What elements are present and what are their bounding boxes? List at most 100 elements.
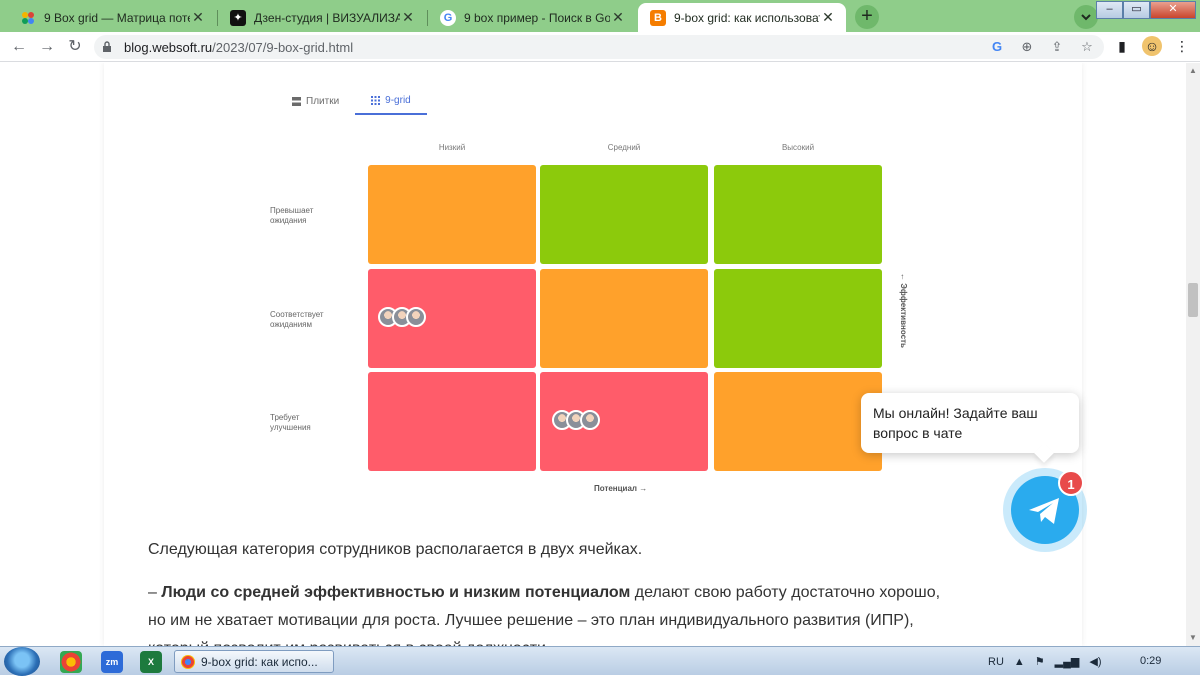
grid-cell-r1c3[interactable] (714, 165, 882, 264)
dash: – (148, 584, 162, 601)
page-scrollbar[interactable]: ▲ ▼ (1186, 63, 1200, 646)
tab-tiles-label: Плитки (306, 95, 340, 107)
row-label-line: ожидания (270, 216, 307, 225)
avatar-group[interactable] (378, 307, 426, 327)
paragraph-medium-low-line2: но им не хватает мотивации для роста. Лу… (148, 612, 914, 629)
text-rest: делают свою работу достаточно хорошо, (630, 584, 941, 601)
x-axis-label: Потенциал → (594, 484, 648, 493)
row-header-exceeds: Превышает ожидания (270, 206, 360, 226)
dzen-icon: ✦ (230, 9, 246, 26)
flag-icon[interactable]: ⚑ (1035, 655, 1045, 668)
close-icon[interactable]: ✕ (190, 9, 206, 26)
column-header-low: Низкий (438, 143, 466, 152)
scroll-down-icon[interactable]: ▼ (1189, 634, 1197, 642)
tab-title: 9 Box grid — Матрица потенциал (44, 10, 190, 25)
bold-phrase: Люди со средней эффективностью и низким … (161, 584, 631, 601)
bookmark-star-icon[interactable]: ☆ (1078, 38, 1096, 56)
menu-icon[interactable]: ⋮ (1172, 36, 1192, 56)
minimize-button[interactable]: – (1096, 1, 1123, 19)
grid-cell-r2c2[interactable] (540, 269, 708, 368)
grid-cell-r2c3[interactable] (714, 269, 882, 368)
y-axis-label: ← Эффективность (899, 273, 908, 348)
grid-cell-r3c3[interactable] (714, 372, 882, 471)
article-column: Плитки 9-grid Низкий Средний Высокий Пре… (104, 63, 1082, 646)
row-label-line: ожиданиям (270, 320, 313, 329)
paragraph-intro: Следующая категория сотрудников располаг… (148, 541, 643, 558)
tab-title: 9 box пример - Поиск в Google (464, 10, 610, 25)
grid-icon (371, 95, 381, 105)
chat-bubble[interactable]: Мы онлайн! Задайте ваш вопрос в чате (861, 393, 1079, 453)
page-viewport: Плитки 9-grid Низкий Средний Высокий Пре… (0, 63, 1186, 646)
sidepanel-icon[interactable]: ▮ (1112, 36, 1132, 56)
grid-cell-r1c2[interactable] (540, 165, 708, 264)
chrome-icon (181, 654, 195, 669)
row-label-line: улучшения (270, 423, 311, 432)
url-path: /2023/07/9-box-grid.html (212, 40, 354, 55)
browser-toolbar: ← → ↻ blog.websoft.ru/2023/07/9-box-grid… (0, 32, 1200, 62)
close-window-button[interactable]: ✕ (1150, 1, 1196, 19)
address-bar[interactable]: blog.websoft.ru/2023/07/9-box-grid.html … (94, 35, 1104, 59)
tray-expand-icon[interactable]: ▲ (1014, 656, 1025, 668)
row-header-needs-improvement: Требует улучшения (270, 413, 360, 433)
taskbar-chrome-window[interactable]: 9-box grid: как испо... (174, 650, 334, 673)
grid-cell-r3c1[interactable] (368, 372, 536, 471)
notification-badge: 1 (1058, 470, 1084, 496)
share-icon[interactable]: ⇪ (1048, 38, 1066, 56)
google-icon: G (440, 9, 456, 26)
tab-strip: 9 Box grid — Матрица потенциал ✕ ✦ Дзен-… (0, 0, 1200, 32)
tab-tiles[interactable]: Плитки (276, 87, 355, 115)
tab-9box-blog[interactable]: B 9-box grid: как использовать дл ✕ (638, 3, 846, 32)
toolbar-right: ▮ ☺ ⋮ (1112, 36, 1192, 56)
close-icon[interactable]: ✕ (820, 9, 836, 26)
tab-dzen-studio[interactable]: ✦ Дзен-студия | ВИЗУАЛИЗАЦИЯ ✕ (218, 3, 426, 32)
paragraph-medium-low-line1: – Люди со средней эффективностью и низки… (148, 580, 940, 606)
tab-9box-matrix[interactable]: 9 Box grid — Матрица потенциал ✕ (8, 3, 216, 32)
zoom-icon[interactable]: ⊕ (1018, 38, 1036, 56)
reload-button[interactable]: ↻ (64, 37, 86, 59)
blogger-icon: B (650, 9, 666, 26)
paragraph-medium-low-line3: который позволит им развиваться в своей … (148, 636, 550, 646)
column-header-high: Высокий (781, 143, 815, 152)
maximize-button[interactable]: ▭ (1123, 1, 1150, 19)
tab-title: Дзен-студия | ВИЗУАЛИЗАЦИЯ (254, 10, 400, 25)
view-switcher: Плитки 9-grid (276, 87, 427, 115)
lock-icon (102, 40, 112, 52)
tab-9grid[interactable]: 9-grid (355, 87, 427, 115)
clock[interactable]: 0:29 (1140, 655, 1161, 667)
row-label-line: Требует (270, 413, 300, 422)
grid-cell-r3c2[interactable] (540, 372, 708, 471)
tab-title: 9-box grid: как использовать дл (674, 10, 820, 25)
tab-9grid-label: 9-grid (385, 94, 411, 106)
network-icon[interactable]: ▂▄▆ (1055, 655, 1080, 668)
google-translate-icon[interactable]: G (988, 38, 1006, 56)
grid-cell-r1c1[interactable] (368, 165, 536, 264)
avatar-group[interactable] (552, 410, 600, 430)
tab-search-button[interactable] (1074, 5, 1098, 29)
system-tray: RU ▲ ⚑ ▂▄▆ ◀) (988, 647, 1112, 676)
back-button[interactable]: ← (8, 37, 30, 59)
row-label-line: Соответствует (270, 310, 324, 319)
profile-avatar[interactable]: ☺ (1142, 36, 1162, 56)
chrome-app-icon[interactable] (60, 651, 82, 673)
avatar[interactable] (406, 307, 426, 327)
grid-cell-r2c1[interactable] (368, 269, 536, 368)
start-button[interactable] (4, 647, 40, 676)
scroll-up-icon[interactable]: ▲ (1189, 67, 1197, 75)
tab-google-search[interactable]: G 9 box пример - Поиск в Google ✕ (428, 3, 636, 32)
row-header-meets: Соответствует ожиданиям (270, 310, 360, 330)
volume-icon[interactable]: ◀) (1089, 655, 1101, 668)
row-label-line: Превышает (270, 206, 314, 215)
forward-button[interactable]: → (36, 37, 58, 59)
excel-app-icon[interactable]: X (140, 651, 162, 673)
close-icon[interactable]: ✕ (610, 9, 626, 26)
close-icon[interactable]: ✕ (400, 9, 416, 26)
new-tab-button[interactable]: + (855, 5, 879, 29)
avatar[interactable] (580, 410, 600, 430)
column-header-medium: Средний (607, 143, 641, 152)
scroll-thumb[interactable] (1188, 283, 1198, 317)
language-indicator[interactable]: RU (988, 656, 1004, 668)
url-text: blog.websoft.ru/2023/07/9-box-grid.html (124, 40, 353, 55)
zoom-app-icon[interactable]: zm (101, 651, 123, 673)
windows-taskbar: zm X 9-box grid: как испо... RU ▲ ⚑ ▂▄▆ … (0, 646, 1200, 676)
chevron-down-icon (1081, 14, 1091, 21)
